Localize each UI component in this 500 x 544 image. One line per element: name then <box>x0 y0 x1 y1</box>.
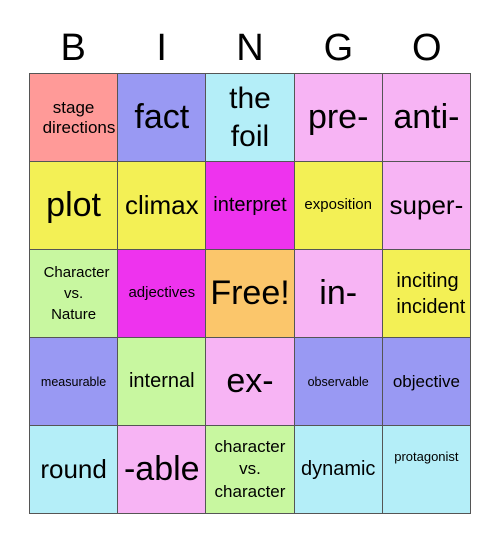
bingo-cell[interactable]: round <box>30 426 118 513</box>
bingo-board: stage directions fact the foil pre- anti… <box>29 73 471 514</box>
cell-text: protagonist <box>394 449 459 464</box>
bingo-cell[interactable]: climax <box>118 162 206 249</box>
cell-text: objective <box>392 371 460 391</box>
bingo-cell[interactable]: dynamic <box>294 426 382 513</box>
bingo-cell[interactable]: observable <box>294 338 382 425</box>
cell-text: the foil <box>229 82 271 153</box>
cell-text: observable <box>307 374 369 389</box>
header-letter-o: O <box>412 27 442 69</box>
cell-text: climax <box>124 189 199 220</box>
cell-text: dynamic <box>300 458 376 481</box>
cell-text: character vs. character <box>214 437 286 501</box>
bingo-cell[interactable]: super- <box>382 162 470 249</box>
bingo-cell[interactable]: measurable <box>30 338 118 425</box>
cell-text: exposition <box>304 196 372 214</box>
cell-text: Character vs. Nature <box>43 264 110 323</box>
cell-text: pre- <box>307 98 369 137</box>
bingo-cell[interactable]: the foil <box>206 74 294 161</box>
cell-text: ex- <box>226 362 274 401</box>
cell-text: inciting incident <box>396 269 466 318</box>
cell-text: adjectives <box>128 284 196 302</box>
bingo-cell[interactable]: -able <box>118 426 206 513</box>
cell-text: plot <box>46 186 101 225</box>
bingo-cell[interactable]: plot <box>30 162 118 249</box>
cell-text: fact <box>134 98 190 137</box>
bingo-cell[interactable]: fact <box>118 74 206 161</box>
bingo-cell[interactable]: internal <box>118 338 206 425</box>
bingo-cell[interactable]: pre- <box>294 74 382 161</box>
cell-text: interpret <box>213 194 287 217</box>
cell-text: super- <box>389 189 464 220</box>
bingo-cell[interactable]: anti- <box>382 74 470 161</box>
cell-text: round <box>40 453 107 484</box>
bingo-cell[interactable]: adjectives <box>118 250 206 337</box>
header-letter-i: I <box>156 27 167 69</box>
bingo-cell[interactable]: protagonist <box>382 426 470 513</box>
cell-text: stage directions <box>42 98 116 137</box>
bingo-cell[interactable]: exposition <box>294 162 382 249</box>
cell-text: anti- <box>393 98 460 137</box>
bingo-cell[interactable]: Free! <box>206 250 294 337</box>
cell-text: internal <box>128 370 195 393</box>
header-letter-g: G <box>323 27 354 69</box>
cell-text: measurable <box>40 374 107 389</box>
bingo-cell[interactable]: stage directions <box>30 74 118 161</box>
cell-text: in- <box>319 274 358 313</box>
header-letter-b: B <box>60 27 86 69</box>
bingo-cell[interactable]: objective <box>382 338 470 425</box>
bingo-cell[interactable]: interpret <box>206 162 294 249</box>
bingo-cell[interactable]: inciting incident <box>382 250 470 337</box>
bingo-header: B I N G O <box>29 24 471 73</box>
bingo-cell[interactable]: ex- <box>206 338 294 425</box>
bingo-cell[interactable]: character vs. character <box>206 426 294 513</box>
cell-text: -able <box>123 450 200 489</box>
header-letter-n: N <box>236 27 264 69</box>
bingo-cell[interactable]: Character vs. Nature <box>30 250 118 337</box>
bingo-cell[interactable]: in- <box>294 250 382 337</box>
cell-text: Free! <box>210 274 290 313</box>
